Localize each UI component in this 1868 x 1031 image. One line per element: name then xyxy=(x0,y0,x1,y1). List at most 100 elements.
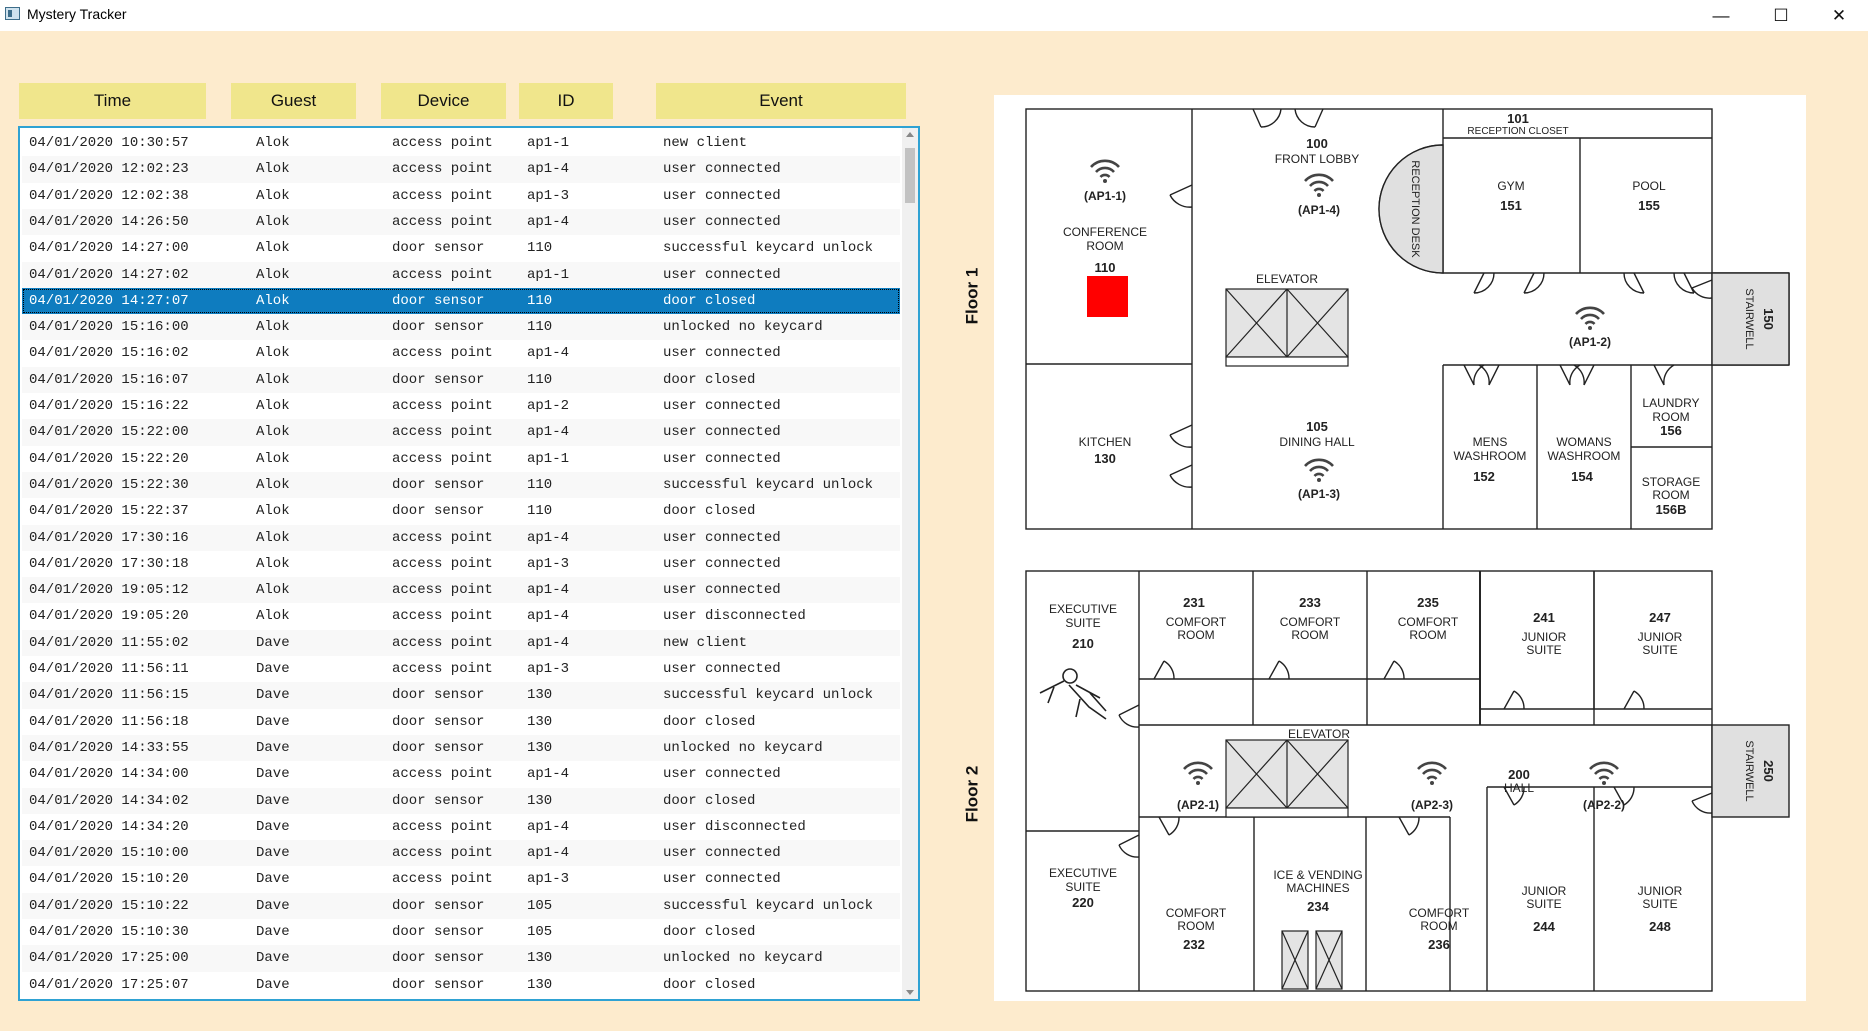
column-header-id[interactable]: ID xyxy=(519,83,613,119)
column-header-device[interactable]: Device xyxy=(381,83,506,119)
label-kitchen: KITCHEN xyxy=(1079,435,1132,449)
row-id: ap1-4 xyxy=(527,345,570,362)
row-id: ap1-1 xyxy=(527,135,570,151)
table-row[interactable]: 04/01/2020 15:22:00 Alok access point ap1-4… xyxy=(22,419,900,446)
row-device: access point xyxy=(392,213,493,230)
label-235: 235 xyxy=(1417,595,1439,610)
table-row[interactable]: 04/01/2020 14:26:50 Alok access point ap1-4… xyxy=(22,208,900,236)
row-guest: Alok xyxy=(256,135,290,151)
label-pool: POOL xyxy=(1632,179,1666,193)
table-row[interactable]: 04/01/2020 15:16:02 Alok access point ap1-4… xyxy=(22,340,900,366)
row-event: successful keycard unlock xyxy=(663,476,874,493)
row-time: 04/01/2020 15:10:20 xyxy=(29,871,189,888)
table-row[interactable]: 04/01/2020 15:16:07 Alok door sensor 110 doo… xyxy=(22,366,900,393)
row-id: 130 xyxy=(527,950,553,967)
column-header-guest[interactable]: Guest xyxy=(231,83,356,119)
label-ice-vending: ICE & VENDING xyxy=(1273,868,1362,882)
table-row[interactable]: 04/01/2020 14:27:02 Alok access point ap1-1… xyxy=(22,261,900,288)
table-row[interactable]: 04/01/2020 17:30:16 Alok access point ap1-4… xyxy=(22,524,900,551)
row-device: door sensor xyxy=(392,319,485,336)
label-womans-washroom: WASHROOM xyxy=(1548,449,1621,463)
table-row[interactable]: 04/01/2020 19:05:20 Alok access point ap1-4… xyxy=(22,603,900,629)
column-header-event[interactable]: Event xyxy=(656,83,906,119)
table-row[interactable]: 04/01/2020 15:22:20 Alok access point ap1-1… xyxy=(22,446,900,472)
label-247: 247 xyxy=(1649,610,1671,625)
table-row[interactable]: 04/01/2020 15:22:30 Alok door sensor 110 suc… xyxy=(22,471,900,499)
table-row[interactable]: 04/01/2020 14:34:00 Dave access point ap1-4… xyxy=(22,761,900,787)
table-row[interactable]: 04/01/2020 15:10:00 Dave access point ap1-4… xyxy=(22,840,900,867)
table-row[interactable]: 04/01/2020 12:02:38 Alok access point ap1-3… xyxy=(22,183,900,209)
column-header-time[interactable]: Time xyxy=(19,83,206,119)
row-event: user connected xyxy=(663,766,781,783)
row-event: user connected xyxy=(663,266,781,283)
label-gym: GYM xyxy=(1497,179,1524,193)
label-152: 152 xyxy=(1473,469,1495,484)
label-234: 234 xyxy=(1307,899,1329,914)
event-log-list[interactable]: 04/01/2020 10:30:57 Alok access point ap1-1… xyxy=(18,126,920,1001)
row-time: 04/01/2020 15:22:00 xyxy=(29,424,189,441)
table-row[interactable]: 04/01/2020 19:05:12 Alok access point ap1-4… xyxy=(22,577,900,604)
minimize-button[interactable]: — xyxy=(1694,0,1748,31)
vending-machines xyxy=(1281,930,1343,990)
table-row-selected[interactable]: 04/01/2020 14:27:07 Alok door sensor 110 doo… xyxy=(22,287,900,315)
row-id: ap1-4 xyxy=(527,582,570,599)
row-guest: Alok xyxy=(256,398,290,414)
row-guest: Dave xyxy=(256,818,290,835)
row-device: door sensor xyxy=(392,687,485,704)
label-junior-suite-241: SUITE xyxy=(1526,643,1561,657)
row-guest: Alok xyxy=(256,292,290,309)
table-row[interactable]: 04/01/2020 11:56:15 Dave door sensor 130 suc… xyxy=(22,682,900,709)
close-button[interactable]: ✕ xyxy=(1812,0,1866,31)
table-row[interactable]: 04/01/2020 15:16:22 Alok access point ap1-2… xyxy=(22,393,900,419)
table-row[interactable]: 04/01/2020 15:22:37 Alok door sensor 110 doo… xyxy=(22,498,900,524)
label-storage: STORAGE xyxy=(1642,475,1700,489)
row-device: access point xyxy=(392,161,493,178)
maximize-button[interactable]: ☐ xyxy=(1754,0,1808,31)
row-device: access point xyxy=(392,582,493,599)
label-220: 220 xyxy=(1072,895,1094,910)
table-row[interactable]: 04/01/2020 11:55:02 Dave access point ap1-4… xyxy=(22,629,900,656)
scrollbar-thumb[interactable] xyxy=(905,148,915,203)
row-time: 04/01/2020 11:55:02 xyxy=(29,634,189,651)
row-event: user connected xyxy=(663,871,781,888)
label-comfort-232: COMFORT xyxy=(1166,906,1227,920)
row-event: new client xyxy=(663,634,748,651)
table-row[interactable]: 04/01/2020 14:33:55 Dave door sensor 130 unl… xyxy=(22,734,900,762)
table-row[interactable]: 04/01/2020 15:10:20 Dave access point ap1-3… xyxy=(22,866,900,892)
label-dining-hall: DINING HALL xyxy=(1279,435,1355,449)
table-row[interactable]: 04/01/2020 17:30:18 Alok access point ap1-3… xyxy=(22,551,900,577)
row-time: 04/01/2020 14:33:55 xyxy=(29,739,189,756)
row-id: ap1-3 xyxy=(527,187,570,204)
table-row[interactable]: 04/01/2020 15:10:22 Dave door sensor 105 suc… xyxy=(22,892,900,919)
row-guest: Alok xyxy=(256,503,290,520)
table-row[interactable]: 04/01/2020 17:25:00 Dave door sensor 130 unl… xyxy=(22,945,900,972)
row-guest: Alok xyxy=(256,213,290,230)
table-row[interactable]: 04/01/2020 14:34:02 Dave door sensor 130 doo… xyxy=(22,787,900,814)
row-id: ap1-3 xyxy=(527,555,570,572)
table-row[interactable]: 04/01/2020 17:25:07 Dave door sensor 130 doo… xyxy=(22,972,900,998)
row-event: successful keycard unlock xyxy=(663,687,874,704)
row-event: user connected xyxy=(663,450,781,467)
wifi-icon-ap2-2 xyxy=(1588,761,1620,787)
floor-map: 100 FRONT LOBBY 101 RECEPTION CLOSET GYM… xyxy=(1025,108,1790,992)
scroll-up-icon[interactable] xyxy=(906,132,914,137)
wifi-icon-ap1-3 xyxy=(1303,458,1335,484)
vertical-scrollbar[interactable] xyxy=(902,128,918,999)
floor-2-label: Floor 2 xyxy=(962,765,982,823)
table-row[interactable]: 04/01/2020 10:30:57 Alok access point ap1-1… xyxy=(22,130,900,156)
row-device: access point xyxy=(392,661,493,677)
table-row[interactable]: 04/01/2020 11:56:11 Dave access point ap1-3… xyxy=(22,656,900,682)
row-event: door closed xyxy=(663,792,756,809)
table-row[interactable]: 04/01/2020 12:02:23 Alok access point ap1-4… xyxy=(22,156,900,183)
table-row[interactable]: 04/01/2020 15:10:30 Dave door sensor 105 doo… xyxy=(22,919,900,945)
row-device: access point xyxy=(392,818,493,835)
row-device: access point xyxy=(392,424,493,441)
scroll-down-icon[interactable] xyxy=(906,990,914,995)
row-id: ap1-4 xyxy=(527,213,570,230)
row-guest: Alok xyxy=(256,187,290,204)
table-row[interactable]: 04/01/2020 11:56:18 Dave door sensor 130 doo… xyxy=(22,709,900,735)
table-row[interactable]: 04/01/2020 14:27:00 Alok door sensor 110 suc… xyxy=(22,235,900,261)
table-row[interactable]: 04/01/2020 15:16:00 Alok door sensor 110 unl… xyxy=(22,314,900,341)
row-id: ap1-1 xyxy=(527,450,570,467)
table-row[interactable]: 04/01/2020 14:34:20 Dave access point ap1-4… xyxy=(22,814,900,840)
